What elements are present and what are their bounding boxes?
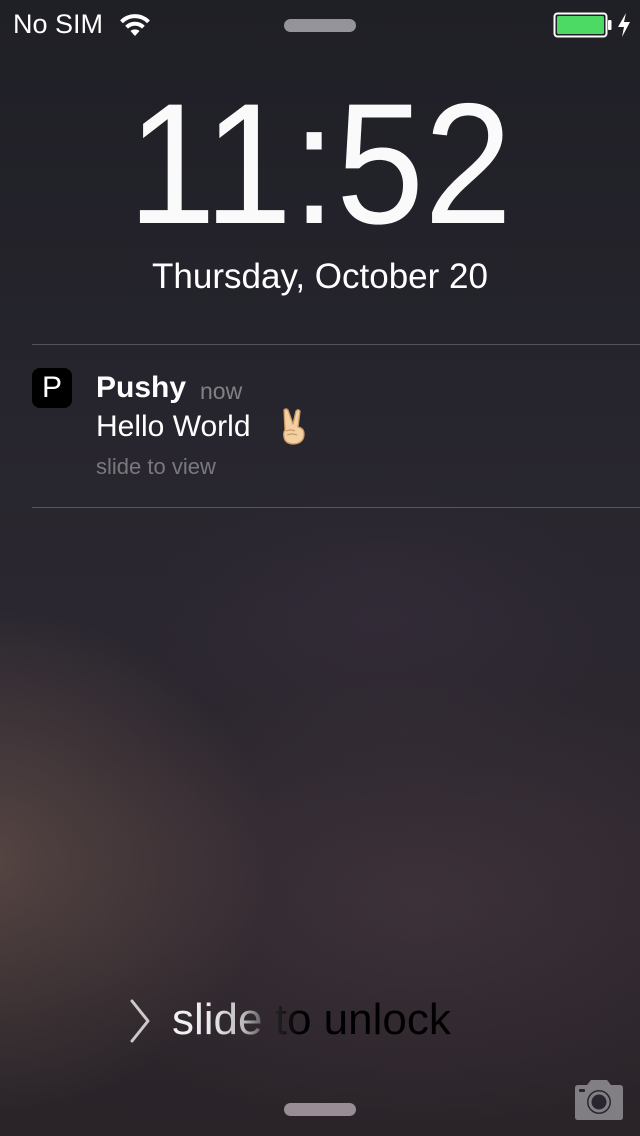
chevron-right-icon <box>130 999 150 1043</box>
slide-to-unlock[interactable]: slide to unlock <box>172 994 451 1046</box>
notification-divider-bottom <box>32 507 640 508</box>
carrier-label: No SIM <box>13 9 104 39</box>
wifi-icon <box>120 14 150 36</box>
camera-icon[interactable] <box>571 1078 627 1122</box>
notification-center-grabber[interactable] <box>284 19 356 32</box>
lock-screen-date: Thursday, October 20 <box>152 257 488 296</box>
notification-action-hint: slide to view <box>96 454 216 479</box>
time-text: 11:52 <box>127 68 513 260</box>
notification-app-name[interactable]: Pushy <box>96 370 186 406</box>
notification-time: now <box>200 378 243 404</box>
lock-screen-time: 11:52 <box>26 78 615 250</box>
notification-divider-top <box>32 344 640 345</box>
battery-icon <box>553 12 612 38</box>
notification-message[interactable]: Hello World <box>96 408 251 446</box>
pushy-app-icon: P <box>32 368 72 408</box>
victory-hand-emoji-icon <box>283 408 305 445</box>
charging-bolt-icon <box>618 13 630 37</box>
control-center-grabber[interactable] <box>284 1103 356 1116</box>
